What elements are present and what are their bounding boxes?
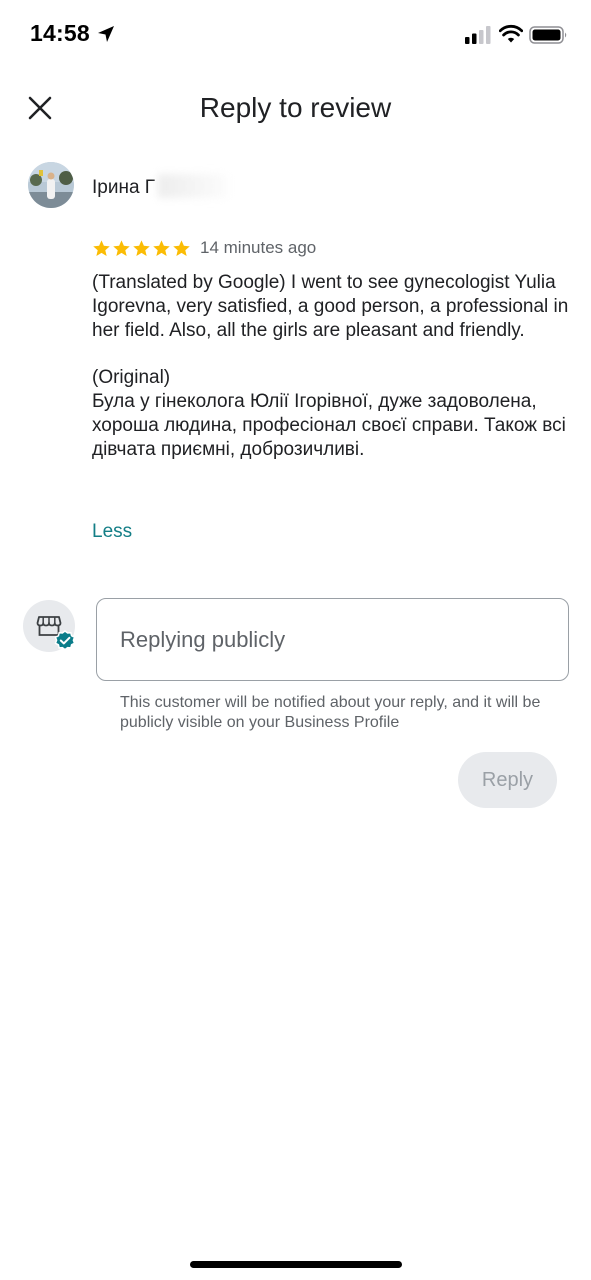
rating-row: 14 minutes ago bbox=[92, 236, 316, 260]
cellular-signal-icon bbox=[465, 26, 491, 44]
star-icon bbox=[113, 239, 130, 256]
review-time: 14 minutes ago bbox=[200, 238, 317, 257]
reply-input[interactable] bbox=[96, 598, 569, 681]
battery-icon bbox=[529, 26, 567, 44]
app-header: Reply to review bbox=[0, 80, 591, 140]
star-icon bbox=[93, 239, 110, 256]
review-text: (Translated by Google) I went to see gyn… bbox=[92, 272, 569, 460]
avatar bbox=[28, 162, 74, 208]
star-icon bbox=[133, 239, 150, 256]
location-arrow-icon bbox=[98, 26, 114, 42]
page-title: Reply to review bbox=[199, 92, 392, 123]
wifi-icon bbox=[499, 24, 523, 43]
business-avatar bbox=[23, 600, 76, 652]
status-bar: 14:58 bbox=[0, 0, 591, 70]
reply-button[interactable]: Reply bbox=[458, 752, 557, 808]
star-rating bbox=[92, 239, 191, 258]
verified-badge-icon bbox=[54, 630, 76, 651]
less-link[interactable]: Less bbox=[92, 521, 132, 543]
star-icon bbox=[153, 239, 170, 256]
status-time: 14:58 bbox=[30, 20, 90, 46]
reply-notice: This customer will be notified about you… bbox=[120, 694, 541, 731]
redacted-surname bbox=[158, 174, 228, 198]
star-icon bbox=[173, 239, 190, 256]
reviewer-name: Ірина Г bbox=[92, 177, 156, 198]
home-indicator[interactable] bbox=[190, 1261, 402, 1268]
